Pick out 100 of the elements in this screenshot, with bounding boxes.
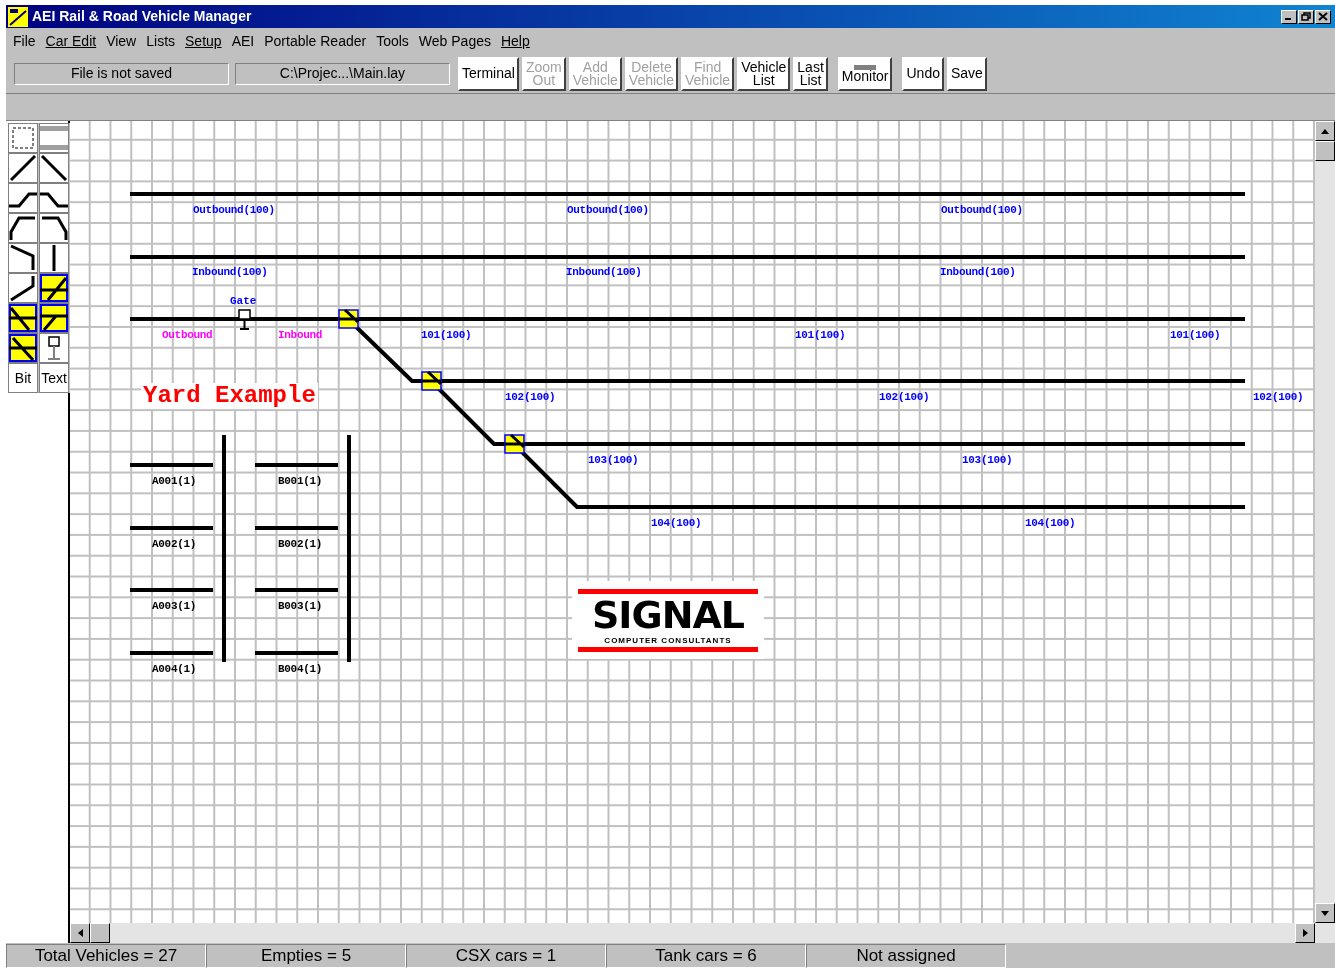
menu-item[interactable]: Web Pages <box>413 30 496 52</box>
palette-button[interactable]: Text <box>39 363 69 393</box>
status-field: File is not saved <box>14 62 229 85</box>
menu-item[interactable]: AEI <box>226 30 260 52</box>
scroll-thumb[interactable] <box>90 923 110 943</box>
track-label: B004(1) <box>278 663 323 675</box>
status-panel: Tank cars = 6 <box>606 944 806 968</box>
palette-tool[interactable] <box>39 333 69 363</box>
track-tool-icon <box>40 154 68 182</box>
status-panel: Total Vehicles = 27 <box>6 944 206 968</box>
logo-name: SIGNAL <box>591 593 745 636</box>
gate-icon <box>238 309 251 330</box>
menu-item[interactable]: File <box>8 30 41 52</box>
palette-tool[interactable] <box>39 213 69 243</box>
restore-icon <box>1301 12 1311 21</box>
down-arrow-icon <box>1321 910 1329 916</box>
palette-tool[interactable] <box>39 303 69 333</box>
track-label: 101(100) <box>421 329 472 341</box>
menu-item[interactable]: Car Edit <box>40 30 102 52</box>
horizontal-scrollbar[interactable] <box>70 923 1335 943</box>
logo-tagline: COMPUTER CONSULTANTS <box>604 635 732 645</box>
track-label: 104(100) <box>651 517 702 529</box>
palette-tool[interactable] <box>39 183 69 213</box>
palette-button[interactable]: Bit <box>8 363 38 393</box>
menu-item[interactable]: Setup <box>180 30 227 52</box>
palette-tool[interactable] <box>39 153 69 183</box>
palette-tool[interactable] <box>8 183 38 213</box>
monitor-icon <box>854 64 877 70</box>
toolbar-button[interactable]: Vehicle List <box>737 56 791 91</box>
track-label: 104(100) <box>1025 517 1076 529</box>
track-tool-icon <box>9 274 37 302</box>
app-icon <box>8 6 28 27</box>
right-arrow-icon <box>1302 929 1308 937</box>
track-label: 101(100) <box>1170 329 1221 341</box>
toolbar-button[interactable]: Terminal <box>458 56 519 91</box>
track-label: 102(100) <box>505 391 556 403</box>
palette-tool[interactable] <box>8 243 38 273</box>
menu-item[interactable]: Lists <box>141 30 181 52</box>
status-field: C:\Projec...\Main.lay <box>235 62 450 85</box>
track-label: 103(100) <box>588 454 639 466</box>
palette-tool[interactable] <box>39 273 69 303</box>
toolbar-button[interactable]: Monitor <box>837 56 893 91</box>
scroll-down-button[interactable] <box>1315 903 1335 923</box>
scroll-up-button[interactable] <box>1315 121 1335 141</box>
palette-tool[interactable] <box>8 333 38 363</box>
scroll-left-button[interactable] <box>70 923 90 943</box>
minimize-button[interactable] <box>1281 9 1297 24</box>
track-tool-icon <box>40 274 68 302</box>
track-label: 102(100) <box>879 391 930 403</box>
status-panel: Not assigned <box>806 944 1006 968</box>
track-tool-icon <box>9 214 37 242</box>
track-label: Outbound(100) <box>567 204 649 216</box>
switch-icon <box>420 370 443 391</box>
status-panel: Empties = 5 <box>206 944 406 968</box>
palette-tool[interactable] <box>8 303 38 333</box>
menu-item[interactable]: Tools <box>371 30 414 52</box>
scroll-thumb[interactable] <box>1315 141 1335 161</box>
switch-icon <box>337 308 360 329</box>
track-tool-icon <box>9 124 37 152</box>
scroll-right-button[interactable] <box>1295 923 1315 943</box>
switch-icon <box>503 433 526 454</box>
track-label: B002(1) <box>278 538 323 550</box>
gate-label: Gate <box>230 295 257 307</box>
up-arrow-icon <box>1321 128 1329 134</box>
track-tool-icon <box>9 334 37 362</box>
menu-item[interactable]: Portable Reader <box>259 30 372 52</box>
track-label: A003(1) <box>152 600 197 612</box>
window-title: AEI Rail & Road Vehicle Manager <box>32 7 252 26</box>
track-tool-icon <box>40 124 68 152</box>
menu-item[interactable]: Help <box>495 30 535 52</box>
track-label: Outbound(100) <box>193 204 275 216</box>
palette-tool[interactable] <box>8 213 38 243</box>
layout-title: Yard Example <box>141 383 318 409</box>
track-label: Outbound <box>162 329 213 341</box>
status-panel: CSX cars = 1 <box>406 944 606 968</box>
toolbar-button[interactable]: Save <box>946 56 987 91</box>
track-label: Inbound(100) <box>192 266 268 278</box>
close-button[interactable] <box>1315 9 1331 24</box>
track-label: Outbound(100) <box>941 204 1023 216</box>
track-label: A002(1) <box>152 538 197 550</box>
toolbar-button[interactable]: Undo <box>902 56 944 91</box>
palette-tool[interactable] <box>39 243 69 273</box>
track-label: Inbound(100) <box>940 266 1016 278</box>
toolbar-button[interactable]: Last List <box>793 56 828 91</box>
track-tool-icon <box>52 245 56 271</box>
palette-tool[interactable] <box>8 273 38 303</box>
palette-tool[interactable] <box>8 153 38 183</box>
track-tool-icon <box>9 154 37 182</box>
close-icon <box>1318 12 1328 21</box>
track-tool-icon <box>9 244 37 272</box>
menu-item[interactable]: View <box>101 30 142 52</box>
track-label: A001(1) <box>152 475 197 487</box>
restore-button[interactable] <box>1298 9 1314 24</box>
track-label: Inbound <box>278 329 323 341</box>
vertical-scrollbar[interactable] <box>1315 121 1335 923</box>
track-tool-icon <box>40 304 68 332</box>
track-label: B003(1) <box>278 600 323 612</box>
track-label: A004(1) <box>152 663 197 675</box>
track-label: 101(100) <box>795 329 846 341</box>
layout-canvas[interactable] <box>70 121 1315 923</box>
